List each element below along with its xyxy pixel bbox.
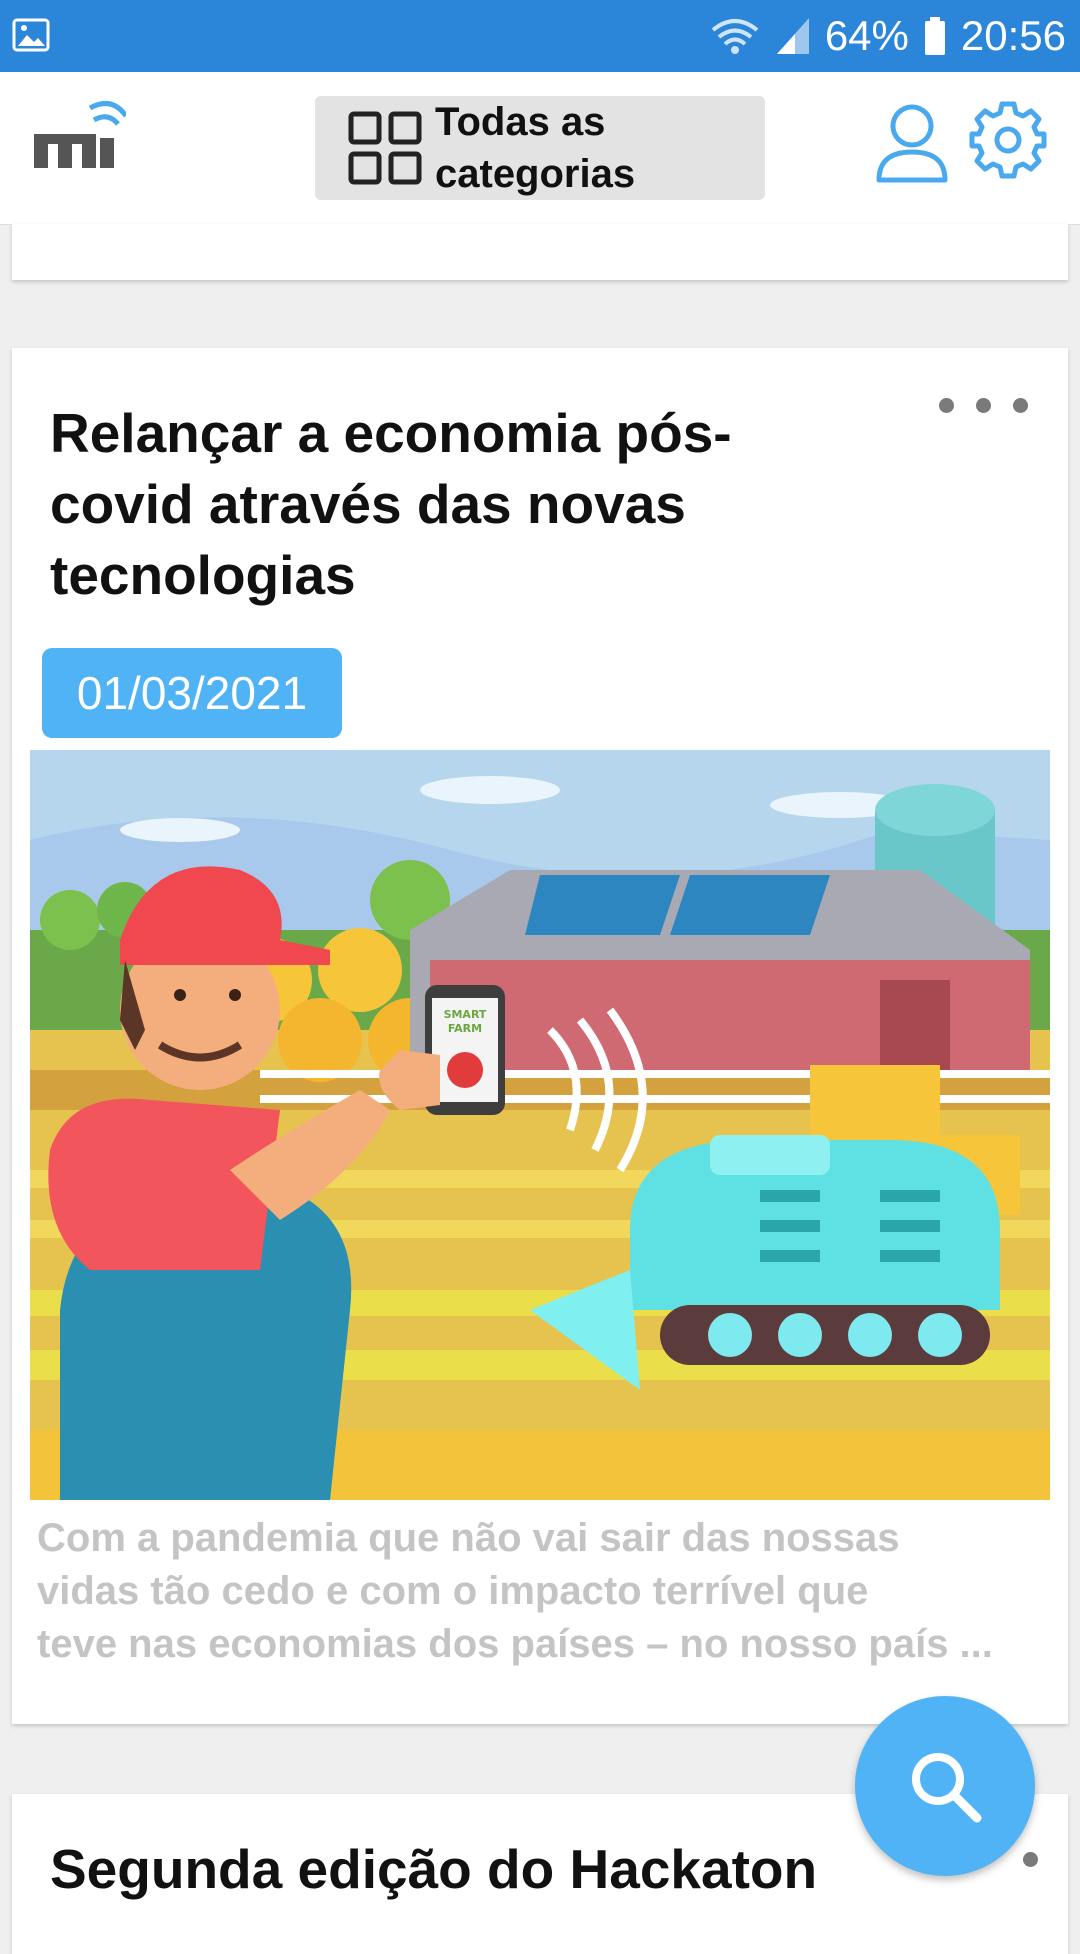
svg-text:FARM: FARM — [448, 1022, 482, 1035]
app-logo[interactable] — [30, 98, 126, 174]
more-options-icon[interactable] — [1023, 1852, 1038, 1867]
clock: 20:56 — [960, 12, 1066, 59]
more-options-icon[interactable] — [939, 398, 1028, 413]
article-image[interactable]: SMART FARM — [30, 750, 1050, 1500]
user-icon[interactable] — [875, 102, 949, 184]
signal-icon — [776, 18, 809, 54]
article-excerpt: Com a pandemia que não vai sair das noss… — [37, 1516, 993, 1666]
battery-percent: 64% — [824, 12, 909, 59]
category-button-label: Todas as categorias — [435, 100, 636, 196]
all-categories-button[interactable]: Todas as categorias — [315, 96, 765, 200]
status-bar: 64% 20:56 — [0, 0, 1080, 72]
grid-icon — [348, 111, 422, 185]
search-icon — [912, 1753, 982, 1823]
next-article-title[interactable]: Segunda edição do Hackaton — [50, 1836, 950, 1902]
gallery-icon — [12, 18, 50, 52]
battery-icon — [924, 17, 945, 55]
gear-icon[interactable] — [968, 100, 1048, 180]
svg-text:SMART: SMART — [444, 1008, 487, 1021]
wifi-icon — [711, 19, 759, 54]
article-card[interactable]: Relançar a economia pós-covid através da… — [12, 348, 1068, 1724]
article-title[interactable]: Relançar a economia pós-covid através da… — [50, 398, 870, 611]
date-badge: 01/03/2021 — [42, 648, 342, 738]
app-bar: Todas as categorias — [0, 72, 1080, 225]
previous-article-card[interactable] — [12, 224, 1068, 280]
search-button[interactable] — [855, 1696, 1035, 1876]
